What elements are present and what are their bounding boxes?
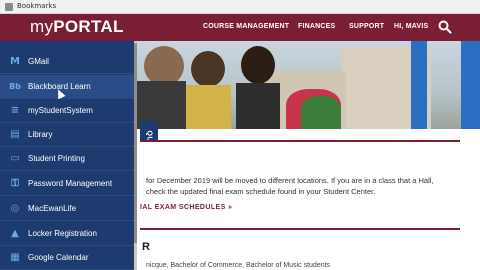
- sidebar-item-student-printing[interactable]: ▭ Student Printing: [0, 147, 134, 171]
- sidebar-scrollbar-thumb[interactable]: [134, 43, 137, 243]
- locker-icon: ▲: [11, 228, 19, 239]
- printer-icon: ▭: [10, 153, 20, 164]
- search-icon[interactable]: [438, 20, 452, 34]
- myportal-logo[interactable]: myPORTAL: [30, 17, 124, 37]
- library-icon: ▤: [10, 129, 20, 140]
- student-system-icon: ≡: [10, 105, 20, 116]
- sidebar-item-library[interactable]: ▤ Library: [0, 123, 134, 147]
- program-card: R nicque, Bachelor of Commerce, Bachelor…: [140, 234, 460, 270]
- logo-my: my: [30, 17, 54, 36]
- bookmarks-label[interactable]: Bookmarks: [17, 2, 56, 10]
- final-exam-schedules-link[interactable]: IAL EXAM SCHEDULES »: [140, 204, 232, 211]
- site-header: myPORTAL COURSE MANAGEMENT FINANCES SUPP…: [0, 14, 480, 41]
- sidebar-item-label: MacEwanLife: [28, 204, 77, 213]
- notice-text: for December 2019 will be moved to diffe…: [146, 176, 434, 196]
- sidebar-item-gmail[interactable]: M GMail: [0, 50, 134, 74]
- sidebar-item-blackboard-learn[interactable]: Bb Blackboard Learn: [0, 75, 134, 99]
- sidebar-item-label: Google Calendar: [28, 253, 89, 262]
- macewanlife-icon: ◎: [10, 203, 20, 214]
- hero-image: [136, 41, 480, 129]
- sidebar-item-label: Password Management: [28, 179, 113, 188]
- sidebar-item-google-calendar[interactable]: ▦ Google Calendar: [0, 246, 134, 270]
- bookmarks-bar: Bookmarks: [0, 0, 480, 14]
- sidebar-item-label: myStudentSystem: [28, 106, 93, 115]
- sidebar-item-locker-registration[interactable]: ▲ Locker Registration: [0, 222, 134, 246]
- gmail-icon: M: [10, 56, 20, 67]
- blackboard-icon: Bb: [9, 82, 21, 91]
- sidebar-item-label: Locker Registration: [28, 229, 97, 238]
- sidebar-item-macewanlife[interactable]: ◎ MacEwanLife: [0, 197, 134, 221]
- nav-finances[interactable]: FINANCES: [298, 23, 335, 30]
- sidebar-scrollbar[interactable]: [134, 41, 137, 270]
- bookmarks-folder-icon: [5, 3, 13, 11]
- key-icon: ⚿: [11, 178, 19, 189]
- program-card-heading: R: [142, 241, 150, 253]
- sidebar-item-label: GMail: [28, 57, 49, 66]
- nav-support[interactable]: SUPPORT: [349, 23, 384, 30]
- sidebar-item-label: Student Printing: [28, 154, 85, 163]
- quick-sidebar: M GMail Bb Blackboard Learn ≡ myStudentS…: [0, 41, 137, 270]
- sidebar-item-mystudentsystem[interactable]: ≡ myStudentSystem: [0, 99, 134, 123]
- exam-notice-card: for December 2019 will be moved to diffe…: [140, 140, 460, 230]
- nav-course-management[interactable]: COURSE MANAGEMENT: [203, 23, 289, 30]
- nav-user-greeting[interactable]: HI, MAVIS: [394, 23, 428, 30]
- sidebar-item-label: Library: [28, 130, 53, 139]
- calendar-icon: ▦: [10, 252, 20, 263]
- logo-portal: PORTAL: [53, 17, 124, 36]
- program-card-text: nicque, Bachelor of Commerce, Bachelor o…: [146, 262, 331, 269]
- sidebar-item-password-management[interactable]: ⚿ Password Management: [0, 172, 134, 196]
